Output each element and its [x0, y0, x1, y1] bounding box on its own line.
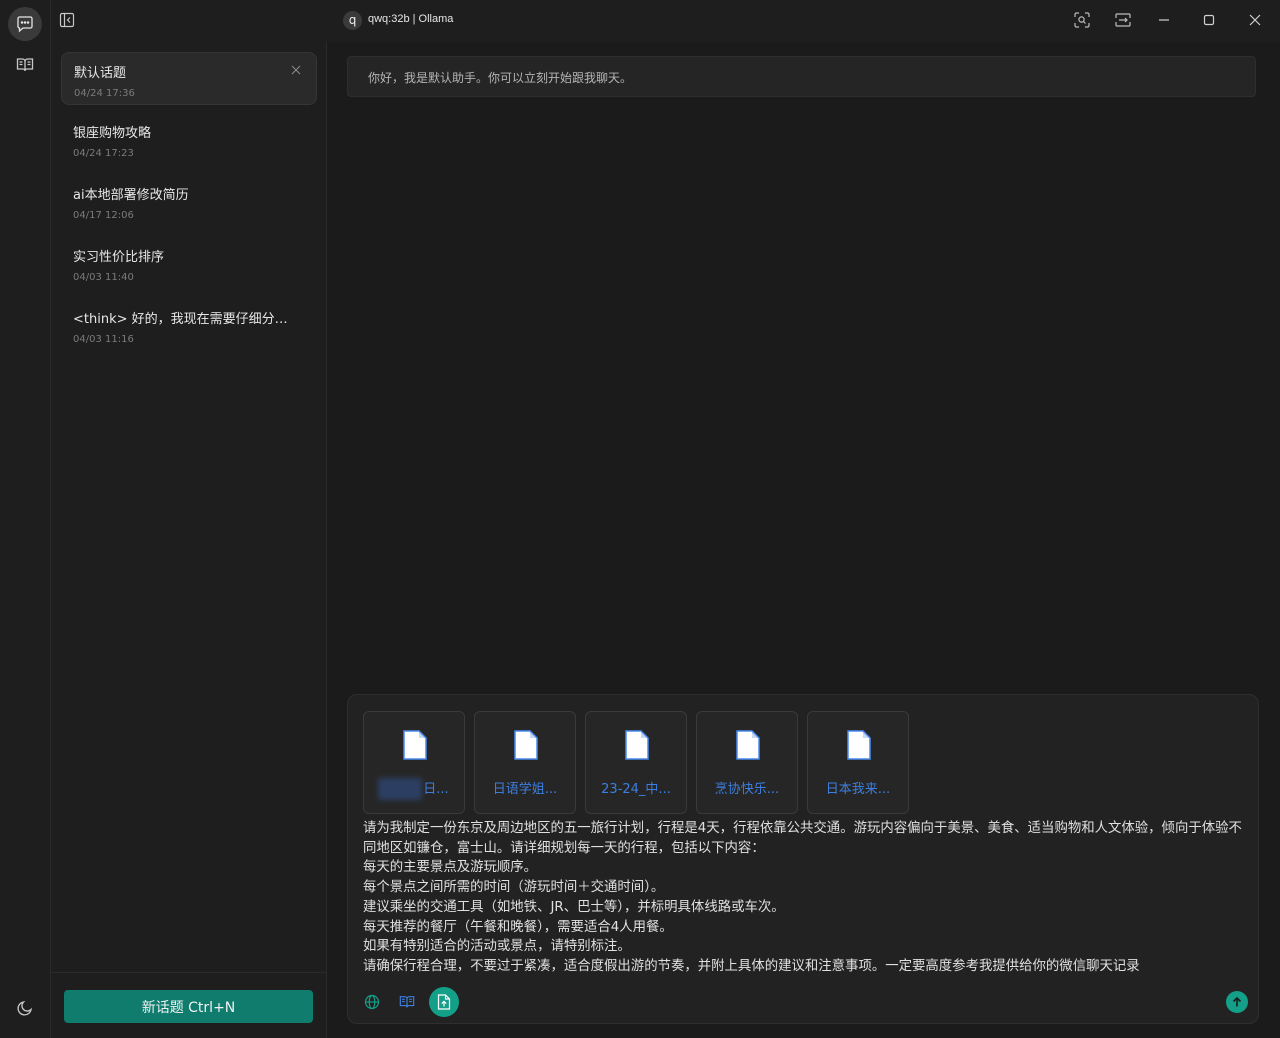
- theme-toggle-button[interactable]: [8, 991, 42, 1025]
- file-name: 日本我来...: [825, 782, 891, 797]
- new-topic-button[interactable]: 新话题 Ctrl+N: [64, 990, 313, 1023]
- file-card[interactable]: 日语学姐...: [474, 711, 576, 814]
- document-icon: [847, 730, 871, 760]
- file-card[interactable]: 日...: [363, 711, 465, 814]
- topic-title: 银座购物攻略: [73, 126, 152, 141]
- topic-item[interactable]: 实习性价比排序 04/03 11:40: [61, 237, 317, 290]
- file-card[interactable]: 23-24_中...: [585, 711, 687, 814]
- arrow-up-icon: [1232, 996, 1242, 1007]
- topic-item[interactable]: 默认话题 04/24 17:36: [61, 52, 317, 105]
- topic-item[interactable]: <think> 好的，我现在需要仔细分析用户提供的内容 04/03 11:16: [61, 299, 317, 352]
- document-icon: [514, 730, 538, 760]
- close-window-icon[interactable]: [1242, 8, 1268, 32]
- file-name: 日...: [423, 782, 449, 797]
- book-icon: [399, 996, 415, 1008]
- file-name: 日语学姐...: [492, 782, 558, 797]
- sidebar-footer: 新话题 Ctrl+N: [51, 972, 327, 1038]
- topic-item[interactable]: 银座购物攻略 04/24 17:23: [61, 113, 317, 166]
- topic-date: 04/03 11:16: [73, 334, 134, 345]
- topic-sidebar: 默认话题 04/24 17:36 银座购物攻略 04/24 17:23 ai本地…: [51, 42, 327, 1038]
- send-button[interactable]: [1226, 991, 1248, 1013]
- file-name: 烹协快乐...: [714, 782, 780, 797]
- attached-files: 日... 日语学姐... 23-24_中... 烹协快乐... 日本我来...: [363, 711, 909, 814]
- web-search-button[interactable]: [358, 988, 386, 1016]
- rail-knowledge-button[interactable]: [8, 48, 42, 82]
- topic-date: 04/17 12:06: [73, 210, 134, 221]
- topic-title: 默认话题: [74, 66, 127, 81]
- chat-icon: [17, 16, 33, 33]
- file-name: 23-24_中...: [601, 782, 671, 797]
- knowledge-base-button[interactable]: [393, 988, 421, 1016]
- screenshot-search-icon[interactable]: [1069, 8, 1095, 32]
- topic-date: 04/24 17:36: [74, 88, 135, 99]
- book-icon: [16, 58, 34, 72]
- layout-toggle-icon[interactable]: [1110, 8, 1136, 32]
- window-title: qwq:32b | Ollama: [368, 13, 454, 25]
- topic-date: 04/24 17:23: [73, 148, 134, 159]
- globe-icon: [364, 994, 380, 1010]
- maximize-icon[interactable]: [1196, 8, 1222, 32]
- document-icon: [625, 730, 649, 760]
- topic-item[interactable]: ai本地部署修改简历 04/17 12:06: [61, 175, 317, 228]
- file-card[interactable]: 日本我来...: [807, 711, 909, 814]
- topic-title: 实习性价比排序: [73, 250, 165, 265]
- file-upload-icon: [437, 994, 451, 1010]
- model-avatar-icon: q: [343, 11, 362, 30]
- title-bar: q qwq:32b | Ollama: [0, 0, 1280, 42]
- topic-date: 04/03 11:40: [73, 272, 134, 283]
- file-card[interactable]: 烹协快乐...: [696, 711, 798, 814]
- theme-moon-icon: [17, 1001, 32, 1016]
- prompt-input[interactable]: 请为我制定一份东京及周边地区的五一旅行计划，行程是4天，行程依靠公共交通。游玩内…: [363, 819, 1243, 977]
- rail-chat-button[interactable]: [8, 7, 42, 41]
- chat-area: 你好，我是默认助手。你可以立刻开始跟我聊天。 日... 日语学姐... 23-2…: [328, 42, 1280, 1038]
- minimize-icon[interactable]: [1151, 8, 1177, 32]
- attach-file-button[interactable]: [429, 987, 459, 1017]
- nav-rail: [0, 0, 75, 1038]
- topic-title: ai本地部署修改简历: [73, 188, 189, 203]
- document-icon: [736, 730, 760, 760]
- topic-title: <think> 好的，我现在需要仔细分析用户提供的内容: [73, 312, 295, 327]
- assistant-greeting: 你好，我是默认助手。你可以立刻开始跟我聊天。: [347, 56, 1256, 97]
- document-icon: [403, 730, 427, 760]
- sidebar-collapse-icon[interactable]: [59, 12, 75, 28]
- message-composer: 日... 日语学姐... 23-24_中... 烹协快乐... 日本我来... …: [347, 694, 1259, 1024]
- close-icon[interactable]: [290, 64, 302, 76]
